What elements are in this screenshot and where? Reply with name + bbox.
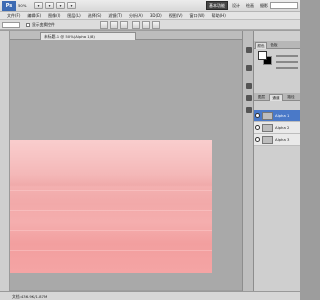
tab-color[interactable]: 颜色 bbox=[255, 42, 267, 49]
document-tab[interactable]: 未标题-1 @ 50%(Alpha 1/8) bbox=[40, 32, 136, 40]
menu-edit[interactable]: 编辑(E) bbox=[27, 13, 41, 19]
info-icon[interactable] bbox=[246, 83, 252, 89]
tab-layers[interactable]: 图层 bbox=[255, 94, 268, 101]
application-bar: Ps 50% ▾ ▾ ▾ ▾ 基本功能 设计 绘画 摄影 bbox=[0, 0, 300, 12]
document-size-status: 文档:436.9K/1.87M bbox=[12, 294, 48, 299]
status-bar: 文档:436.9K/1.87M bbox=[0, 291, 300, 300]
paragraph-icon[interactable] bbox=[246, 107, 252, 113]
panel-icon-strip bbox=[242, 31, 254, 291]
workspace-design-button[interactable]: 设计 bbox=[230, 1, 242, 10]
align-top-button[interactable] bbox=[100, 21, 108, 29]
workspace-photography-button[interactable]: 摄影 bbox=[258, 1, 270, 10]
wave-line bbox=[10, 230, 212, 231]
wave-line bbox=[10, 210, 212, 211]
wave-line bbox=[10, 250, 212, 251]
tab-channels[interactable]: 通道 bbox=[269, 94, 283, 101]
zoom-level[interactable]: 50% bbox=[18, 2, 32, 9]
workspace-essentials-button[interactable]: 基本功能 bbox=[206, 1, 228, 10]
channel-thumbnail bbox=[262, 136, 273, 144]
menu-analysis[interactable]: 分析(A) bbox=[129, 13, 143, 19]
view-extras-button[interactable]: ▾ bbox=[34, 2, 43, 9]
tab-swatches[interactable]: 色板 bbox=[268, 42, 280, 49]
color-panel-tabs: 颜色 色板 bbox=[254, 41, 300, 49]
brush-presets-icon[interactable] bbox=[246, 65, 252, 71]
align-left-button[interactable] bbox=[132, 21, 140, 29]
foreground-color-swatch[interactable] bbox=[258, 51, 267, 60]
align-center-button[interactable] bbox=[142, 21, 150, 29]
channel-row-alpha-1[interactable]: Alpha 1 bbox=[254, 110, 300, 122]
channel-label: Alpha 2 bbox=[275, 125, 290, 130]
tool-preset-picker[interactable] bbox=[2, 22, 20, 28]
channel-row-alpha-2[interactable]: Alpha 2 bbox=[254, 122, 300, 134]
channels-panel-tabs: 图层 通道 路径 bbox=[254, 93, 300, 101]
channel-thumbnail bbox=[262, 124, 273, 132]
color-slider[interactable] bbox=[276, 55, 298, 57]
color-slider[interactable] bbox=[276, 67, 298, 69]
toolbox bbox=[0, 31, 10, 291]
screen-mode-button[interactable]: ▾ bbox=[67, 2, 76, 9]
color-slider[interactable] bbox=[276, 61, 298, 63]
zoom-menu-button[interactable]: ▾ bbox=[45, 2, 54, 9]
channel-label: Alpha 3 bbox=[275, 137, 290, 142]
menu-help[interactable]: 帮助(H) bbox=[212, 13, 226, 19]
photoshop-logo-icon: Ps bbox=[2, 1, 16, 11]
right-panels: 颜色 色板 图层 通道 路径 Alpha 1 Alpha 2 Alpha 3 bbox=[254, 31, 300, 291]
align-right-button[interactable] bbox=[152, 21, 160, 29]
show-transform-controls-checkbox[interactable] bbox=[26, 23, 30, 27]
canvas-area[interactable] bbox=[10, 40, 242, 290]
character-icon[interactable] bbox=[246, 95, 252, 101]
workspace-painting-button[interactable]: 绘画 bbox=[244, 1, 256, 10]
tab-paths[interactable]: 路径 bbox=[284, 94, 298, 101]
align-bottom-button[interactable] bbox=[120, 21, 128, 29]
menu-view[interactable]: 视图(V) bbox=[169, 13, 183, 19]
channel-label: Alpha 1 bbox=[275, 113, 290, 118]
channel-thumbnail bbox=[262, 112, 273, 120]
options-bar: 显示变换控件 bbox=[0, 20, 300, 30]
document-image-sea[interactable] bbox=[10, 140, 212, 273]
channel-row-alpha-3[interactable]: Alpha 3 bbox=[254, 134, 300, 146]
menu-filter[interactable]: 滤镜(T) bbox=[108, 13, 122, 19]
show-transform-controls-label: 显示变换控件 bbox=[32, 22, 55, 27]
eye-icon[interactable] bbox=[255, 113, 260, 118]
menu-layer[interactable]: 图层(L) bbox=[67, 13, 80, 19]
menu-image[interactable]: 图像(I) bbox=[48, 13, 60, 19]
eye-icon[interactable] bbox=[255, 137, 260, 142]
menu-select[interactable]: 选择(S) bbox=[88, 13, 102, 19]
menu-3d[interactable]: 3D(D) bbox=[150, 13, 162, 18]
menu-bar: 文件(F) 编辑(E) 图像(I) 图层(L) 选择(S) 滤镜(T) 分析(A… bbox=[0, 12, 300, 20]
history-icon[interactable] bbox=[246, 47, 252, 53]
menu-file[interactable]: 文件(F) bbox=[7, 13, 20, 19]
eye-icon[interactable] bbox=[255, 125, 260, 130]
menu-window[interactable]: 窗口(W) bbox=[190, 13, 205, 19]
search-field[interactable] bbox=[270, 2, 298, 9]
horizon-line bbox=[10, 190, 212, 191]
arrange-docs-button[interactable]: ▾ bbox=[56, 2, 65, 9]
align-middle-button[interactable] bbox=[110, 21, 118, 29]
document-tab-bar: 未标题-1 @ 50%(Alpha 1/8) bbox=[10, 31, 242, 40]
